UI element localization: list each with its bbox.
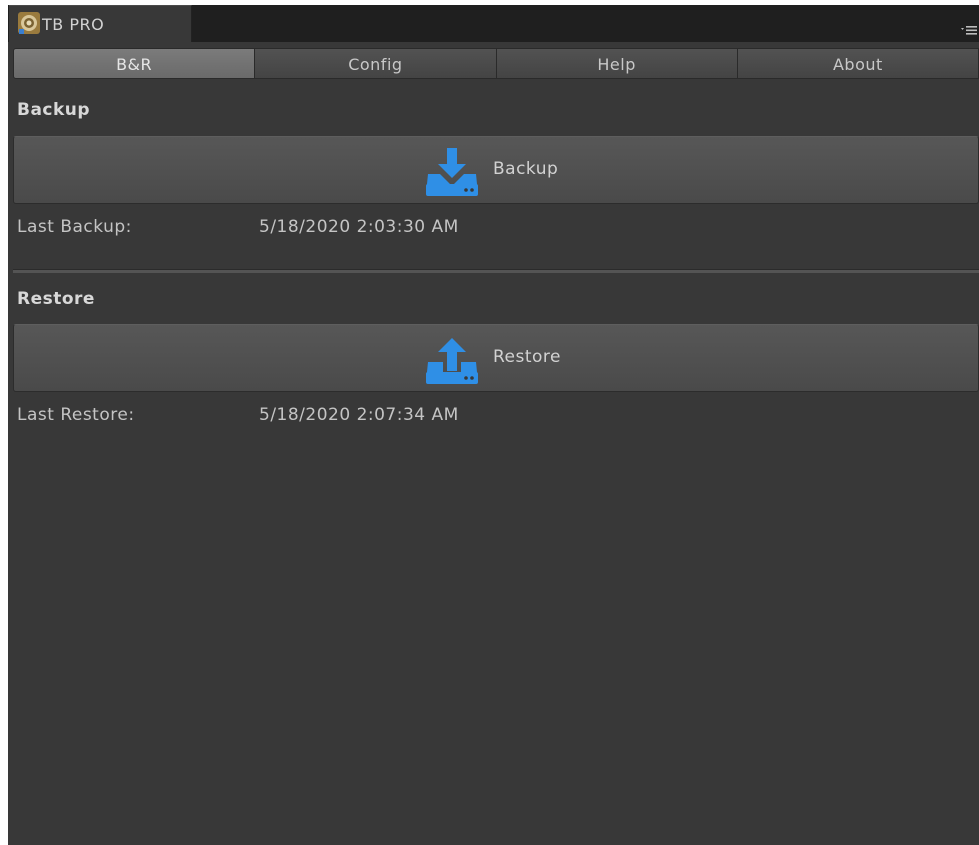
tab-help[interactable]: Help	[496, 48, 738, 79]
last-restore-value: 5/18/2020 2:07:34 AM	[259, 405, 459, 425]
last-restore-label: Last Restore:	[17, 405, 135, 425]
restore-button-label: Restore	[493, 347, 562, 367]
editor-window: TB PRO B&R Config Help About Backup Back…	[8, 5, 979, 845]
tab-backup-restore[interactable]: B&R	[13, 48, 256, 79]
last-backup-label: Last Backup:	[17, 217, 132, 237]
window-tab[interactable]: TB PRO	[9, 5, 192, 42]
app-logo-icon	[18, 12, 40, 34]
backup-button[interactable]: Backup	[13, 136, 979, 204]
main-toolbar: B&R Config Help About	[13, 48, 979, 79]
upload-drive-icon	[426, 338, 478, 384]
backup-button-label: Backup	[493, 159, 559, 179]
restore-button[interactable]: Restore	[13, 324, 979, 392]
tab-config[interactable]: Config	[255, 48, 497, 79]
window-tab-title: TB PRO	[42, 15, 105, 34]
last-backup-value: 5/18/2020 2:03:30 AM	[259, 217, 459, 237]
tab-about[interactable]: About	[737, 48, 979, 79]
title-bar: TB PRO	[8, 5, 979, 42]
window-menu-icon[interactable]	[961, 23, 977, 37]
download-drive-icon	[426, 148, 478, 196]
section-divider	[13, 269, 979, 273]
restore-heading: Restore	[17, 289, 95, 309]
backup-heading: Backup	[17, 100, 91, 120]
